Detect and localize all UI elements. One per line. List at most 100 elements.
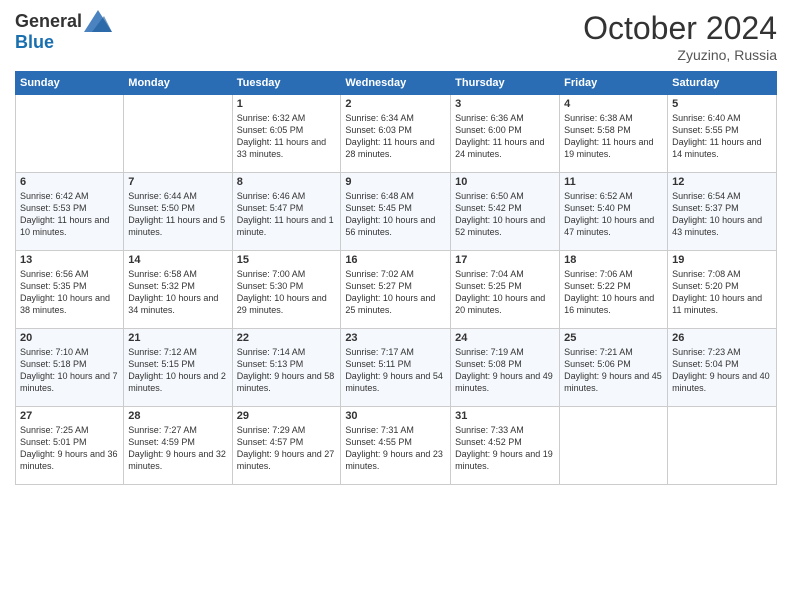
- day-number: 23: [345, 332, 446, 344]
- calendar-table: Sunday Monday Tuesday Wednesday Thursday…: [15, 71, 777, 485]
- calendar-header-row: Sunday Monday Tuesday Wednesday Thursday…: [16, 72, 777, 95]
- calendar-week-row: 20 Sunrise: 7:10 AMSunset: 5:18 PMDayligh…: [16, 329, 777, 407]
- day-info: Sunrise: 7:33 AMSunset: 4:52 PMDaylight:…: [455, 424, 555, 473]
- day-number: 17: [455, 254, 555, 266]
- day-number: 18: [564, 254, 663, 266]
- day-number: 7: [128, 176, 227, 188]
- day-number: 26: [672, 332, 772, 344]
- page-container: General Blue October 2024 Zyuzino, Russi…: [0, 0, 792, 495]
- day-info: Sunrise: 7:12 AMSunset: 5:15 PMDaylight:…: [128, 346, 227, 395]
- table-row: [668, 407, 777, 485]
- day-number: 4: [564, 98, 663, 110]
- table-row: 15 Sunrise: 7:00 AMSunset: 5:30 PMDayligh…: [232, 251, 341, 329]
- day-number: 12: [672, 176, 772, 188]
- location: Zyuzino, Russia: [583, 47, 777, 63]
- day-info: Sunrise: 6:56 AMSunset: 5:35 PMDaylight:…: [20, 268, 119, 317]
- day-info: Sunrise: 6:54 AMSunset: 5:37 PMDaylight:…: [672, 190, 772, 239]
- table-row: 22 Sunrise: 7:14 AMSunset: 5:13 PMDayligh…: [232, 329, 341, 407]
- table-row: 30 Sunrise: 7:31 AMSunset: 4:55 PMDayligh…: [341, 407, 451, 485]
- day-info: Sunrise: 6:32 AMSunset: 6:05 PMDaylight:…: [237, 112, 337, 161]
- table-row: 8Sunrise: 6:46 AMSunset: 5:47 PMDaylight…: [232, 173, 341, 251]
- day-number: 27: [20, 410, 119, 422]
- day-info: Sunrise: 7:31 AMSunset: 4:55 PMDaylight:…: [345, 424, 446, 473]
- logo-blue-text: Blue: [15, 32, 54, 53]
- table-row: 10 Sunrise: 6:50 AMSunset: 5:42 PMDayligh…: [451, 173, 560, 251]
- day-info: Sunrise: 6:38 AMSunset: 5:58 PMDaylight:…: [564, 112, 663, 161]
- day-number: 21: [128, 332, 227, 344]
- logo-icon: [84, 10, 112, 32]
- day-number: 9: [345, 176, 446, 188]
- day-info: Sunrise: 6:46 AMSunset: 5:47 PMDaylight:…: [237, 190, 337, 239]
- day-number: 11: [564, 176, 663, 188]
- day-number: 15: [237, 254, 337, 266]
- table-row: 7 Sunrise: 6:44 AMSunset: 5:50 PMDaylight…: [124, 173, 232, 251]
- day-number: 19: [672, 254, 772, 266]
- day-number: 14: [128, 254, 227, 266]
- table-row: 28 Sunrise: 7:27 AMSunset: 4:59 PMDayligh…: [124, 407, 232, 485]
- day-number: 5: [672, 98, 772, 110]
- table-row: 21 Sunrise: 7:12 AMSunset: 5:15 PMDayligh…: [124, 329, 232, 407]
- table-row: 12 Sunrise: 6:54 AMSunset: 5:37 PMDayligh…: [668, 173, 777, 251]
- table-row: 11 Sunrise: 6:52 AMSunset: 5:40 PMDayligh…: [560, 173, 668, 251]
- calendar-week-row: 27 Sunrise: 7:25 AMSunset: 5:01 PMDayligh…: [16, 407, 777, 485]
- day-info: Sunrise: 7:25 AMSunset: 5:01 PMDaylight:…: [20, 424, 119, 473]
- day-number: 16: [345, 254, 446, 266]
- table-row: 2Sunrise: 6:34 AMSunset: 6:03 PMDaylight…: [341, 95, 451, 173]
- day-info: Sunrise: 7:04 AMSunset: 5:25 PMDaylight:…: [455, 268, 555, 317]
- day-info: Sunrise: 6:42 AMSunset: 5:53 PMDaylight:…: [20, 190, 119, 239]
- month-title: October 2024: [583, 10, 777, 47]
- day-number: 13: [20, 254, 119, 266]
- header: General Blue October 2024 Zyuzino, Russi…: [15, 10, 777, 63]
- day-info: Sunrise: 6:36 AMSunset: 6:00 PMDaylight:…: [455, 112, 555, 161]
- day-info: Sunrise: 6:34 AMSunset: 6:03 PMDaylight:…: [345, 112, 446, 161]
- day-number: 20: [20, 332, 119, 344]
- table-row: 9 Sunrise: 6:48 AMSunset: 5:45 PMDaylight…: [341, 173, 451, 251]
- day-info: Sunrise: 7:19 AMSunset: 5:08 PMDaylight:…: [455, 346, 555, 395]
- calendar-week-row: 6 Sunrise: 6:42 AMSunset: 5:53 PMDaylight…: [16, 173, 777, 251]
- table-row: 14 Sunrise: 6:58 AMSunset: 5:32 PMDayligh…: [124, 251, 232, 329]
- day-info: Sunrise: 6:40 AMSunset: 5:55 PMDaylight:…: [672, 112, 772, 161]
- logo-general-text: General: [15, 11, 82, 32]
- day-info: Sunrise: 6:44 AMSunset: 5:50 PMDaylight:…: [128, 190, 227, 239]
- day-info: Sunrise: 7:17 AMSunset: 5:11 PMDaylight:…: [345, 346, 446, 395]
- day-number: 31: [455, 410, 555, 422]
- table-row: 4 Sunrise: 6:38 AMSunset: 5:58 PMDaylight…: [560, 95, 668, 173]
- table-row: 20 Sunrise: 7:10 AMSunset: 5:18 PMDayligh…: [16, 329, 124, 407]
- table-row: [16, 95, 124, 173]
- table-row: 13 Sunrise: 6:56 AMSunset: 5:35 PMDayligh…: [16, 251, 124, 329]
- col-thursday: Thursday: [451, 72, 560, 95]
- day-info: Sunrise: 7:27 AMSunset: 4:59 PMDaylight:…: [128, 424, 227, 473]
- day-info: Sunrise: 6:52 AMSunset: 5:40 PMDaylight:…: [564, 190, 663, 239]
- day-number: 10: [455, 176, 555, 188]
- table-row: 16Sunrise: 7:02 AMSunset: 5:27 PMDayligh…: [341, 251, 451, 329]
- day-number: 25: [564, 332, 663, 344]
- day-info: Sunrise: 7:14 AMSunset: 5:13 PMDaylight:…: [237, 346, 337, 395]
- day-info: Sunrise: 6:48 AMSunset: 5:45 PMDaylight:…: [345, 190, 446, 239]
- col-tuesday: Tuesday: [232, 72, 341, 95]
- day-info: Sunrise: 7:23 AMSunset: 5:04 PMDaylight:…: [672, 346, 772, 395]
- day-info: Sunrise: 6:58 AMSunset: 5:32 PMDaylight:…: [128, 268, 227, 317]
- logo: General Blue: [15, 10, 112, 53]
- day-number: 22: [237, 332, 337, 344]
- calendar-week-row: 1Sunrise: 6:32 AMSunset: 6:05 PMDaylight…: [16, 95, 777, 173]
- calendar-week-row: 13 Sunrise: 6:56 AMSunset: 5:35 PMDayligh…: [16, 251, 777, 329]
- day-number: 28: [128, 410, 227, 422]
- day-info: Sunrise: 6:50 AMSunset: 5:42 PMDaylight:…: [455, 190, 555, 239]
- table-row: 26 Sunrise: 7:23 AMSunset: 5:04 PMDayligh…: [668, 329, 777, 407]
- day-number: 24: [455, 332, 555, 344]
- table-row: 3 Sunrise: 6:36 AMSunset: 6:00 PMDaylight…: [451, 95, 560, 173]
- day-info: Sunrise: 7:06 AMSunset: 5:22 PMDaylight:…: [564, 268, 663, 317]
- day-number: 6: [20, 176, 119, 188]
- day-info: Sunrise: 7:10 AMSunset: 5:18 PMDaylight:…: [20, 346, 119, 395]
- day-info: Sunrise: 7:29 AMSunset: 4:57 PMDaylight:…: [237, 424, 337, 473]
- table-row: 5 Sunrise: 6:40 AMSunset: 5:55 PMDaylight…: [668, 95, 777, 173]
- table-row: 29Sunrise: 7:29 AMSunset: 4:57 PMDayligh…: [232, 407, 341, 485]
- day-info: Sunrise: 7:00 AMSunset: 5:30 PMDaylight:…: [237, 268, 337, 317]
- day-number: 3: [455, 98, 555, 110]
- table-row: 6 Sunrise: 6:42 AMSunset: 5:53 PMDaylight…: [16, 173, 124, 251]
- table-row: [560, 407, 668, 485]
- day-number: 30: [345, 410, 446, 422]
- col-sunday: Sunday: [16, 72, 124, 95]
- col-saturday: Saturday: [668, 72, 777, 95]
- table-row: 18 Sunrise: 7:06 AMSunset: 5:22 PMDayligh…: [560, 251, 668, 329]
